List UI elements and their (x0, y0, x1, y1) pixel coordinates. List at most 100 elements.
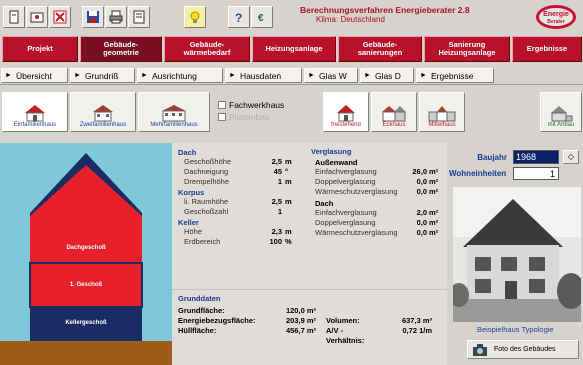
sub-tabs: ► Übersicht ► Grundriß ► Ausrichtung ► Hausd… (0, 67, 583, 85)
print-icon[interactable] (105, 6, 127, 28)
basics-row: Hüllfläche: 456,7 m² A/V - Verhältnis: 0… (178, 326, 441, 346)
param-row[interactable]: Dachneigung 45 ° (178, 167, 301, 177)
glazing-row[interactable]: Wärmeschutzverglasung 0,0 m² (311, 228, 443, 238)
print-preview-icon[interactable] (128, 6, 150, 28)
tab-label: Gebäude- sanierungen (357, 40, 403, 57)
param-unit: m (285, 197, 292, 206)
section-title-korpus: Korpus (178, 188, 205, 197)
floor-label-first: 1. Geschoß (69, 282, 103, 288)
glazing-label: Wärmeschutzverglasung (315, 187, 398, 196)
huellflaeche-value: 456,7 m² (285, 326, 316, 335)
type-mehrfamilienhaus[interactable]: Mehrfamilienhaus (138, 92, 210, 132)
position-mittelhaus[interactable]: Mittelhaus (419, 92, 465, 132)
chevron-down-icon: ◇ (567, 152, 575, 161)
energiebezugsflaeche-value: 203,9 m² (285, 316, 316, 325)
position-freistehend[interactable]: freistehend (323, 92, 369, 132)
subtab-ausrichtung[interactable]: ► Ausrichtung (137, 68, 223, 83)
huellflaeche-label: Hüllfläche: (178, 326, 217, 335)
energiebezugsflaeche-label: Energiebezugsfläche: (178, 316, 256, 325)
subtab-glas-w[interactable]: ► Glas W (304, 68, 358, 83)
param-row[interactable]: li. Raumhöhe 2,5 m (178, 197, 301, 207)
subtab-label: Glas D (374, 70, 401, 81)
lightbulb-icon[interactable] (184, 6, 206, 28)
glazing-unit: m² (429, 228, 439, 237)
param-label: Geschoßzahl (184, 207, 229, 216)
param-value: 1 (277, 207, 282, 216)
tab-sanierung-heizungsanlage[interactable]: Sanierung Heizungsanlage (424, 36, 510, 62)
plattenbau-checkbox[interactable]: Plattenbau (218, 112, 270, 122)
param-value: 2,5 (271, 157, 282, 166)
param-row[interactable]: Geschoßzahl 1 (178, 207, 301, 217)
subtab-grundriss[interactable]: ► Grundriß (70, 68, 135, 83)
checkbox-box (218, 101, 226, 109)
param-row[interactable]: Höhe 2,3 m (178, 227, 301, 237)
option-mit-anbau[interactable]: mit Anbau (540, 92, 582, 132)
camera-icon (473, 343, 487, 356)
climate-label: Klima: Deutschland (316, 15, 385, 24)
photo-button[interactable]: Foto des Gebäudes (467, 340, 579, 359)
subtab-glas-d[interactable]: ► Glas D (360, 68, 414, 83)
corner-house-icon (382, 106, 406, 122)
param-unit (282, 207, 296, 217)
tab-ergebnisse[interactable]: Ergebnisse (512, 36, 582, 62)
glazing-row[interactable]: Doppelverglasung 0,0 m² (311, 177, 443, 187)
baujahr-dropdown-button[interactable]: ◇ (563, 150, 579, 164)
tab-projekt[interactable]: Projekt (2, 36, 78, 62)
arrow-right-icon: ► (74, 72, 81, 79)
glazing-panel: Verglasung Außenwand Einfachverglasung 26… (307, 143, 447, 289)
tab-gebaeudewaermebedarf[interactable]: Gebäude- wärmebedarf (164, 36, 250, 62)
house-icon (337, 105, 355, 122)
example-house-photo (449, 187, 583, 322)
tab-label: Projekt (27, 44, 53, 53)
delete-icon[interactable] (49, 6, 71, 28)
glazing-row[interactable]: Wärmeschutzverglasung 0,0 m² (311, 187, 443, 197)
tab-heizungsanlage[interactable]: Heizungsanlage (252, 36, 336, 62)
param-row[interactable]: Geschoßhöhe 2,5 m (178, 157, 301, 167)
option-label: mit Anbau (547, 122, 575, 128)
position-label: Eckhaus (382, 122, 406, 128)
floor-label-basement: Kellergeschoß (65, 320, 107, 326)
subtab-hausdaten[interactable]: ► Hausdaten (225, 68, 302, 83)
position-label: Mittelhaus (428, 122, 456, 128)
help-icon[interactable]: ? (228, 6, 250, 28)
glazing-unit: m² (429, 208, 439, 217)
baujahr-input[interactable] (513, 150, 559, 164)
volumen-label: Volumen: (326, 316, 360, 325)
position-eckhaus[interactable]: Eckhaus (371, 92, 417, 132)
fachwerkhaus-checkbox[interactable]: Fachwerkhaus (218, 100, 284, 110)
subtab-uebersicht[interactable]: ► Übersicht (1, 68, 68, 83)
tab-gebaeudesanierungen[interactable]: Gebäude- sanierungen (338, 36, 422, 62)
new-document-icon[interactable] (3, 6, 25, 28)
param-row[interactable]: Drempelhöhe 1 m (178, 177, 301, 187)
glazing-subtitle-dach: Dach (315, 199, 334, 208)
glazing-label: Doppelverglasung (315, 177, 376, 186)
param-row[interactable]: Erdbereich 100% (178, 237, 301, 247)
save-icon[interactable] (82, 6, 104, 28)
type-zweifamilienhaus[interactable]: Zweifamilienhaus (70, 92, 136, 132)
volumen-value: 637,3 m³ (401, 316, 432, 325)
subtab-label: Ausrichtung (151, 70, 197, 81)
glazing-row[interactable]: Einfachverglasung 26,0 m² (311, 167, 443, 177)
glazing-value: 0,0 (416, 218, 427, 227)
checkbox-label: Fachwerkhaus (229, 100, 285, 110)
type-label: Zweifamilienhaus (79, 122, 127, 128)
tab-gebaeudegeometrie[interactable]: Gebäude- geometrie (80, 36, 162, 62)
glazing-unit: m² (429, 177, 439, 186)
param-value: 100 (269, 237, 282, 246)
energie-berater-logo: Energie Berater (535, 4, 577, 30)
house-cross-section (0, 143, 172, 365)
euro-icon[interactable]: € (251, 6, 273, 28)
glazing-row[interactable]: Doppelverglasung 0,0 m² (311, 218, 443, 228)
type-label: Einfamilienhaus (13, 122, 57, 128)
arrow-right-icon: ► (420, 72, 427, 79)
param-value: 1 (277, 177, 282, 186)
subtab-ergebnisse[interactable]: ► Ergebnisse (416, 68, 494, 83)
glazing-row[interactable]: Einfachverglasung 2,0 m² (311, 208, 443, 218)
param-value: 45 (273, 167, 282, 176)
type-einfamilienhaus[interactable]: Einfamilienhaus (2, 92, 68, 132)
open-icon[interactable] (26, 6, 48, 28)
subtab-label: Glas W (318, 70, 347, 81)
dimension-params: Dach Geschoßhöhe 2,5 m Dachneigung 45 ° Drem… (172, 143, 307, 289)
param-unit: m (285, 177, 292, 186)
wohneinheiten-input[interactable] (513, 167, 559, 180)
